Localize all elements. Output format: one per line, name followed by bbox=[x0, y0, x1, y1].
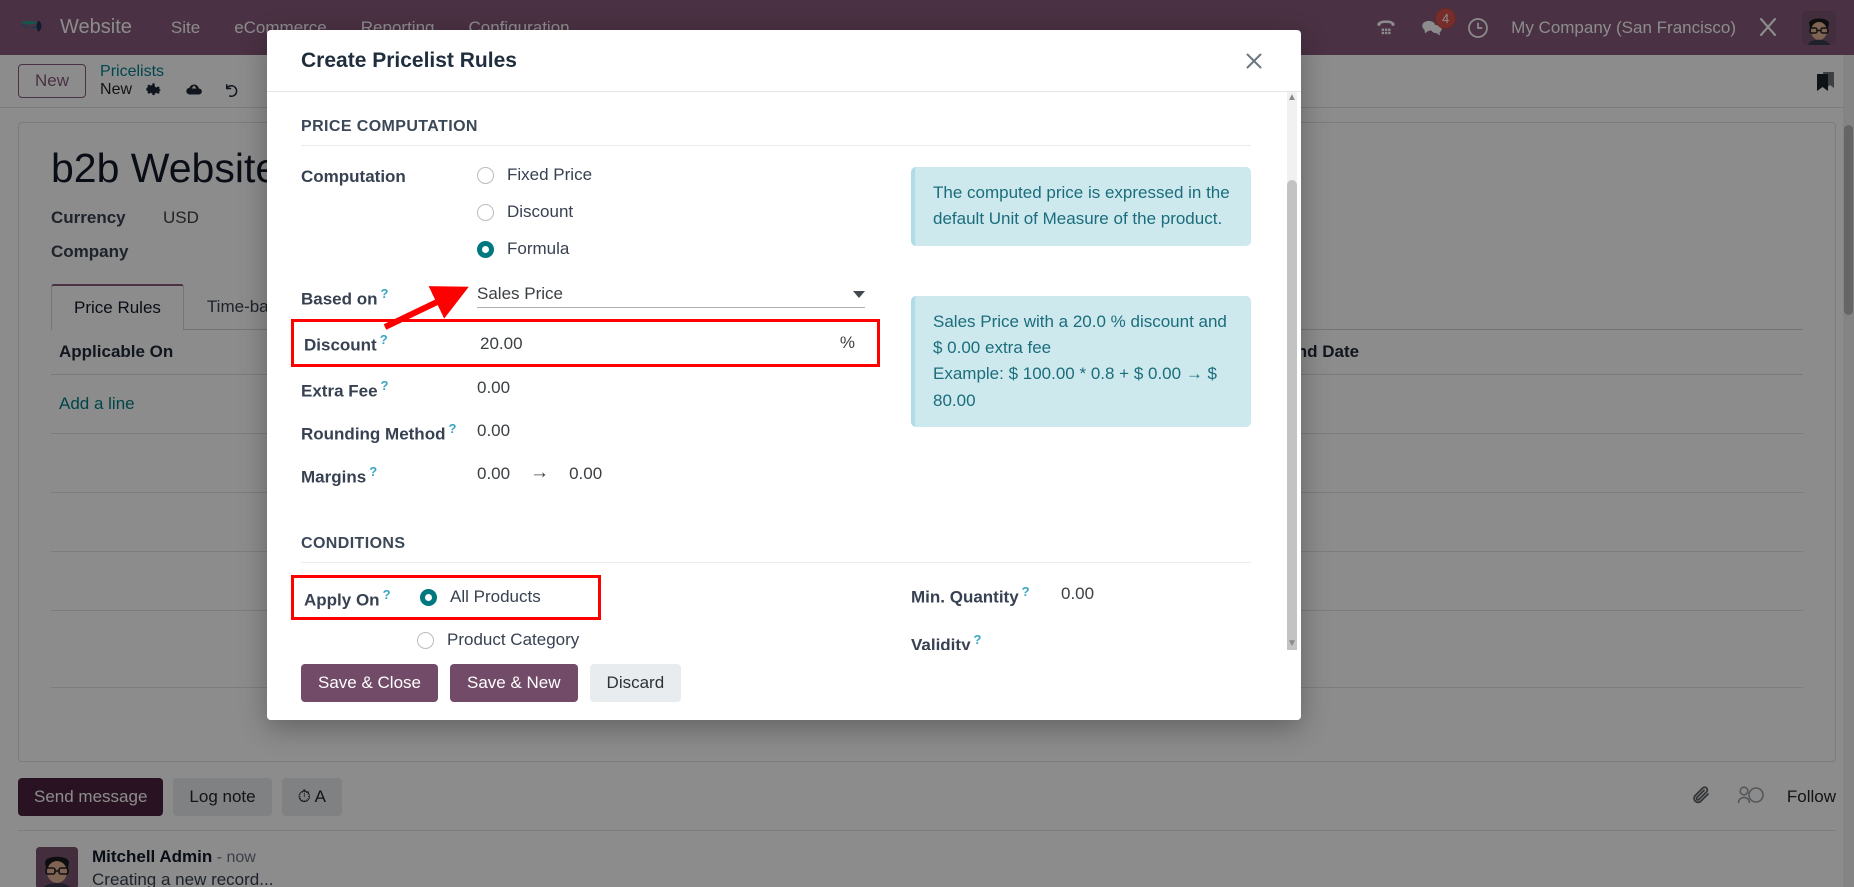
radio-icon[interactable] bbox=[417, 631, 434, 649]
radio-label: Product Category bbox=[447, 630, 580, 650]
conditions-left: Apply On? All Products Product Category bbox=[291, 574, 901, 650]
min-quantity-input[interactable]: 0.00 bbox=[1061, 582, 1094, 604]
computation-radio-group: Fixed Price Discount Formula bbox=[477, 165, 592, 259]
radio-formula[interactable]: Formula bbox=[477, 239, 592, 259]
section-price-computation-heading: PRICE COMPUTATION bbox=[301, 118, 1251, 146]
field-label-validity: Validity? bbox=[911, 630, 1061, 650]
chevron-down-icon[interactable] bbox=[853, 290, 865, 298]
field-label-rounding-method: Rounding Method? bbox=[301, 419, 477, 445]
rounding-method-input[interactable]: 0.00 bbox=[477, 419, 510, 441]
field-discount-highlight: Discount? 20.00 % bbox=[291, 319, 880, 367]
apply-on-highlight: Apply On? All Products bbox=[291, 574, 601, 621]
radio-label: Discount bbox=[507, 202, 574, 221]
label-text: Apply On bbox=[304, 590, 380, 610]
help-icon[interactable]: ? bbox=[380, 332, 388, 347]
label-text: Extra Fee bbox=[301, 381, 378, 401]
based-on-select[interactable]: Sales Price bbox=[477, 284, 865, 308]
price-computation-left: Computation Fixed Price Discount Formula… bbox=[291, 165, 901, 505]
modal-body: PRICE COMPUTATION Computation Fixed Pric… bbox=[267, 92, 1301, 650]
margins-min-input[interactable]: 0.00 bbox=[477, 462, 510, 484]
modal-scrollbar-thumb[interactable] bbox=[1287, 180, 1297, 650]
modal-scroll-area: PRICE COMPUTATION Computation Fixed Pric… bbox=[267, 92, 1285, 650]
arrow-right-icon: → bbox=[530, 461, 550, 483]
field-label-apply-on: Apply On? bbox=[304, 585, 420, 611]
discard-button[interactable]: Discard bbox=[589, 664, 682, 702]
radio-discount[interactable]: Discount bbox=[477, 202, 592, 222]
label-text: Rounding Method bbox=[301, 424, 446, 444]
field-apply-on: Apply On? All Products Product Category bbox=[291, 574, 901, 650]
discount-input[interactable]: 20.00 bbox=[480, 332, 523, 354]
help-icon[interactable]: ? bbox=[369, 464, 377, 479]
field-label-discount: Discount? bbox=[304, 330, 480, 356]
formula-example: Example: $ 100.00 * 0.8 + $ 0.00 → $ 80.… bbox=[933, 364, 1217, 410]
radio-label: Formula bbox=[507, 239, 570, 258]
screen: Website Site eCommerce Reporting Configu… bbox=[0, 0, 1854, 887]
modal-header: Create Pricelist Rules bbox=[267, 30, 1301, 92]
close-icon[interactable] bbox=[1241, 48, 1267, 74]
radio-all-products[interactable]: All Products bbox=[420, 587, 541, 607]
apply-on-radio-group: Product Category Product Product Variant bbox=[417, 630, 591, 650]
field-based-on: Based on? Sales Price bbox=[301, 284, 901, 310]
radio-icon-selected[interactable] bbox=[477, 240, 494, 258]
conditions-grid: Apply On? All Products Product Category … bbox=[291, 574, 1251, 650]
formula-summary: Sales Price with a 20.0 % discount and $… bbox=[933, 311, 1227, 358]
scroll-down-arrow-icon[interactable]: ▼ bbox=[1287, 638, 1297, 650]
modal-title: Create Pricelist Rules bbox=[301, 48, 517, 72]
formula-example-alert: Sales Price with a 20.0 % discount and $… bbox=[911, 295, 1251, 428]
save-and-close-button[interactable]: Save & Close bbox=[301, 664, 438, 702]
field-rounding-method: Rounding Method? 0.00 bbox=[301, 419, 901, 445]
price-computation-right: The computed price is expressed in the d… bbox=[911, 165, 1251, 505]
field-computation: Computation Fixed Price Discount Formula bbox=[301, 165, 901, 259]
field-min-quantity: Min. Quantity? 0.00 bbox=[911, 582, 1251, 608]
field-label-min-quantity: Min. Quantity? bbox=[911, 582, 1061, 608]
help-icon[interactable]: ? bbox=[1022, 584, 1030, 599]
label-text: Based on bbox=[301, 289, 378, 309]
help-icon[interactable]: ? bbox=[381, 286, 389, 301]
field-label-based-on: Based on? bbox=[301, 284, 477, 310]
create-pricelist-rules-dialog: Create Pricelist Rules PRICE COMPUTATION… bbox=[267, 30, 1301, 720]
help-icon[interactable]: ? bbox=[383, 587, 391, 602]
field-extra-fee: Extra Fee? 0.00 bbox=[301, 376, 901, 402]
price-computation-grid: Computation Fixed Price Discount Formula… bbox=[291, 165, 1251, 505]
field-margins: Margins? 0.00 → 0.00 bbox=[301, 462, 901, 488]
label-text: Discount bbox=[304, 335, 377, 355]
help-icon[interactable]: ? bbox=[448, 421, 456, 436]
based-on-value: Sales Price bbox=[477, 284, 563, 303]
field-label-margins: Margins? bbox=[301, 462, 477, 488]
radio-fixed-price[interactable]: Fixed Price bbox=[477, 165, 592, 185]
scroll-up-arrow-icon[interactable]: ▲ bbox=[1287, 92, 1297, 104]
computation-info-alert: The computed price is expressed in the d… bbox=[911, 167, 1251, 246]
radio-icon-selected[interactable] bbox=[420, 588, 437, 606]
extra-fee-input[interactable]: 0.00 bbox=[477, 376, 510, 398]
conditions-right: Min. Quantity? 0.00 Validity? bbox=[911, 582, 1251, 650]
field-label-computation: Computation bbox=[301, 167, 406, 186]
label-text: Min. Quantity bbox=[911, 587, 1019, 607]
radio-product-category[interactable]: Product Category bbox=[417, 630, 591, 650]
discount-suffix: % bbox=[839, 332, 855, 352]
help-icon[interactable]: ? bbox=[381, 378, 389, 393]
label-text: Margins bbox=[301, 467, 367, 487]
radio-label: Fixed Price bbox=[507, 165, 593, 184]
label-text: Validity bbox=[911, 635, 971, 650]
radio-icon[interactable] bbox=[477, 203, 494, 221]
field-label-extra-fee: Extra Fee? bbox=[301, 376, 477, 402]
radio-icon[interactable] bbox=[477, 166, 494, 184]
modal-footer: Save & Close Save & New Discard bbox=[267, 650, 1301, 720]
field-validity: Validity? bbox=[911, 630, 1251, 650]
margins-max-input[interactable]: 0.00 bbox=[569, 462, 602, 484]
save-and-new-button[interactable]: Save & New bbox=[450, 664, 578, 702]
help-icon[interactable]: ? bbox=[974, 632, 982, 647]
radio-label: All Products bbox=[450, 587, 541, 607]
section-conditions-heading: CONDITIONS bbox=[301, 535, 1251, 563]
